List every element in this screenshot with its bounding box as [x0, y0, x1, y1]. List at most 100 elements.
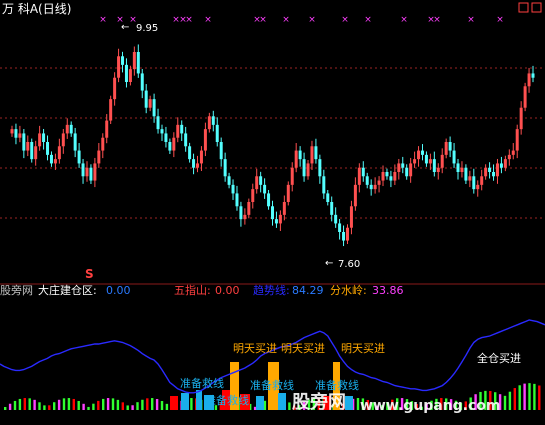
- candle-body-18: [81, 163, 85, 177]
- candle-body-118: [476, 184, 480, 190]
- full-position-text: 全仓买进: [477, 351, 521, 365]
- candle-body-111: [448, 142, 452, 151]
- candle-body-58: [239, 206, 243, 220]
- candle-body-45: [188, 146, 192, 160]
- momentum-bar-104: [513, 388, 516, 410]
- momentum-bar-23: [116, 399, 120, 410]
- candle-body-116: [468, 176, 472, 181]
- momentum-bar-9: [48, 405, 51, 410]
- buy-signal-3: 明天买进: [341, 342, 385, 355]
- candle-body-7: [38, 133, 42, 147]
- momentum-bar-108: [533, 383, 536, 410]
- candle-body-62: [255, 176, 259, 190]
- momentum-bar-106: [523, 383, 526, 410]
- candle-body-30: [128, 69, 132, 82]
- momentum-bar-4: [23, 398, 26, 410]
- momentum-bar-22: [111, 398, 115, 410]
- candle-body-68: [278, 214, 282, 224]
- momentum-bar-7: [38, 402, 41, 410]
- chart-title: 万 科A(日线): [2, 2, 71, 16]
- candle-body-31: [132, 52, 136, 70]
- legend-dazhuang-value: 0.00: [106, 284, 131, 297]
- kline-chart: × × × × ×× × ×× × × × × × ×× × × 万 科A(日线) ← 9.95 ← 7.6…: [0, 2, 545, 414]
- buy-signal-1: 明天买进: [233, 342, 277, 355]
- candle-body-42: [176, 124, 180, 138]
- candle-body-115: [464, 167, 468, 181]
- candle-body-119: [480, 176, 484, 185]
- candle-body-19: [85, 167, 89, 177]
- candle-body-97: [393, 172, 397, 181]
- site-label: 股旁网: [0, 283, 33, 297]
- candle-body-95: [385, 172, 389, 177]
- candle-body-102: [413, 159, 417, 164]
- cross-marker-11: ×: [341, 15, 349, 25]
- candle-body-126: [507, 154, 511, 160]
- momentum-bar-3: [18, 398, 22, 410]
- candle-body-16: [73, 133, 77, 151]
- candle-body-101: [409, 163, 413, 177]
- candle-body-81: [330, 202, 334, 215]
- candle-body-84: [342, 232, 346, 241]
- window-control-box-2[interactable]: [531, 2, 542, 13]
- accumulation-block-1: [196, 390, 202, 410]
- momentum-bar-6: [33, 399, 36, 410]
- candle-body-48: [199, 150, 203, 164]
- candle-body-41: [172, 137, 176, 151]
- momentum-bar-15: [77, 400, 80, 410]
- accumulation-block-9: [345, 396, 353, 410]
- candle-body-130: [523, 86, 527, 108]
- candle-body-88: [357, 167, 361, 185]
- candle-body-28: [121, 56, 125, 65]
- window-control-box-1[interactable]: [518, 2, 529, 13]
- candle-body-122: [492, 172, 496, 177]
- cross-marker-6: ×: [204, 15, 212, 25]
- candle-body-52: [215, 124, 219, 142]
- candle-body-87: [353, 184, 357, 207]
- candle-body-61: [251, 189, 255, 202]
- candle-body-38: [160, 129, 164, 134]
- candle-body-53: [219, 142, 223, 160]
- candle-body-117: [472, 176, 476, 190]
- candle-body-110: [444, 142, 448, 155]
- momentum-bar-20: [102, 398, 105, 410]
- legend-wuzhishan-label: 五指山:: [174, 283, 211, 297]
- candle-body-46: [192, 159, 196, 168]
- momentum-bar-109: [538, 385, 541, 410]
- candle-body-113: [456, 163, 460, 172]
- accumulation-block-0: [181, 393, 189, 410]
- candle-body-96: [389, 176, 393, 181]
- candle-body-34: [144, 90, 148, 108]
- candle-body-2: [18, 133, 22, 138]
- candle-body-36: [152, 99, 156, 117]
- candle-body-37: [156, 116, 160, 130]
- price-grid: [0, 67, 545, 219]
- candle-body-60: [247, 202, 251, 215]
- cross-marker-5: ×: [185, 15, 193, 25]
- svg-text:7.60: 7.60: [338, 259, 360, 270]
- candle-body-127: [511, 150, 515, 155]
- momentum-bar-2: [13, 400, 17, 410]
- candle-body-55: [227, 176, 231, 185]
- candle-body-114: [460, 167, 464, 172]
- candlestick-series: [10, 44, 535, 247]
- momentum-bar-24: [121, 402, 124, 410]
- candle-body-47: [196, 163, 200, 168]
- candle-body-121: [488, 167, 492, 172]
- cross-marker-15: ×: [433, 15, 441, 25]
- cross-marker-9: ×: [282, 15, 290, 25]
- candle-body-1: [14, 129, 18, 138]
- candle-body-72: [294, 150, 298, 168]
- candle-body-66: [271, 206, 274, 220]
- momentum-bar-14: [72, 398, 75, 410]
- momentum-bar-8: [43, 405, 46, 410]
- legend-fenshuiling-label: 分水岭:: [330, 283, 367, 297]
- momentum-bar-12: [62, 398, 66, 410]
- candle-body-11: [53, 159, 57, 164]
- momentum-bar-16: [82, 403, 85, 410]
- candle-body-93: [377, 180, 381, 185]
- svg-text:←: ←: [121, 22, 129, 33]
- candle-body-50: [207, 116, 211, 130]
- candle-body-128: [515, 129, 519, 151]
- candle-body-89: [361, 167, 365, 177]
- candle-body-132: [531, 73, 535, 78]
